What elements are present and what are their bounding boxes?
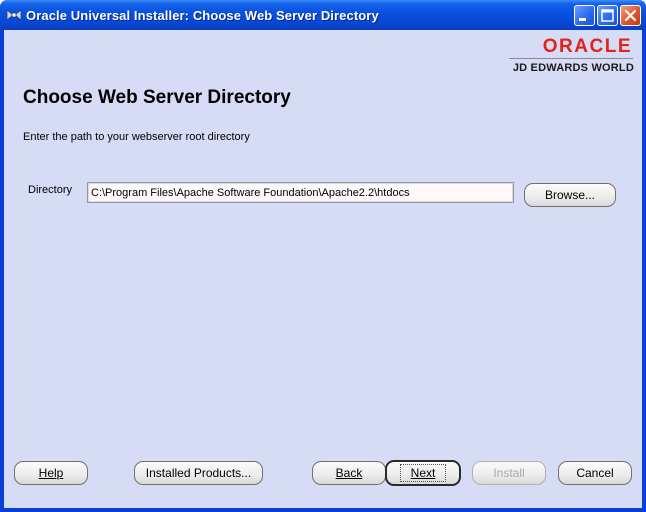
help-button-label: Help	[38, 466, 64, 480]
maximize-icon	[601, 9, 614, 22]
logo-divider	[509, 58, 633, 59]
next-button-label: Next	[399, 464, 447, 482]
help-button[interactable]: Help	[14, 461, 88, 485]
installer-content: ORACLE JD EDWARDS WORLD Choose Web Serve…	[4, 30, 642, 508]
directory-input[interactable]	[87, 182, 514, 203]
close-button[interactable]	[620, 5, 641, 26]
close-icon	[624, 9, 637, 22]
back-button[interactable]: Back	[312, 461, 386, 485]
maximize-button[interactable]	[597, 5, 618, 26]
minimize-button[interactable]	[574, 5, 595, 26]
instruction-text: Enter the path to your webserver root di…	[23, 131, 250, 143]
title-bar[interactable]: Oracle Universal Installer: Choose Web S…	[0, 0, 646, 30]
install-button-label: Install	[493, 466, 525, 480]
product-name: JD EDWARDS WORLD	[512, 62, 634, 74]
back-button-label: Back	[335, 466, 363, 480]
browse-button[interactable]: Browse...	[524, 183, 616, 207]
cancel-button-label: Cancel	[576, 466, 614, 480]
installer-window: Oracle Universal Installer: Choose Web S…	[0, 0, 646, 512]
minimize-icon	[579, 18, 586, 21]
browse-button-label: Browse...	[544, 188, 595, 202]
oracle-logo: ORACLE	[542, 36, 632, 57]
install-button[interactable]: Install	[472, 461, 546, 485]
cancel-button[interactable]: Cancel	[558, 461, 632, 485]
directory-label: Directory	[28, 184, 73, 196]
window-title: Oracle Universal Installer: Choose Web S…	[26, 8, 379, 23]
page-title: Choose Web Server Directory	[23, 87, 291, 108]
installed-products-button-label: Installed Products...	[145, 466, 252, 480]
next-button[interactable]: Next	[385, 460, 461, 486]
oracle-installer-icon	[6, 9, 22, 21]
installed-products-button[interactable]: Installed Products...	[134, 461, 263, 485]
